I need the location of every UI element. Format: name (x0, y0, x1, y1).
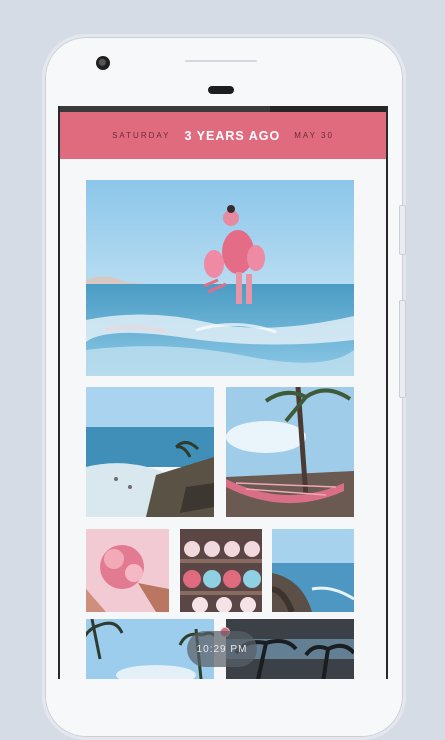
speaker-grille (185, 60, 257, 62)
photo-flowers[interactable] (86, 529, 169, 612)
volume-button (399, 300, 406, 398)
header-date: MAY 30 (294, 131, 334, 140)
header-day: SATURDAY (112, 131, 171, 140)
page-title: 3 YEARS AGO (184, 128, 281, 143)
timestamp-pill[interactable]: 10:29 PM (187, 631, 257, 667)
photo-hammock-palms[interactable] (226, 387, 354, 517)
front-camera-icon (96, 56, 110, 70)
photo-sugar-skulls[interactable] (180, 529, 262, 612)
photo-cliff-ocean[interactable] (272, 529, 354, 612)
earpiece (208, 86, 234, 94)
power-button (399, 205, 406, 255)
timestamp-label: 10:29 PM (196, 643, 248, 655)
memory-header: SATURDAY 3 YEARS AGO MAY 30 (60, 112, 386, 159)
app-screen: SATURDAY 3 YEARS AGO MAY 30 10:29 PM (58, 106, 388, 679)
photo-coast-aerial[interactable] (86, 387, 214, 517)
photo-beach-child-hero[interactable] (86, 180, 354, 376)
